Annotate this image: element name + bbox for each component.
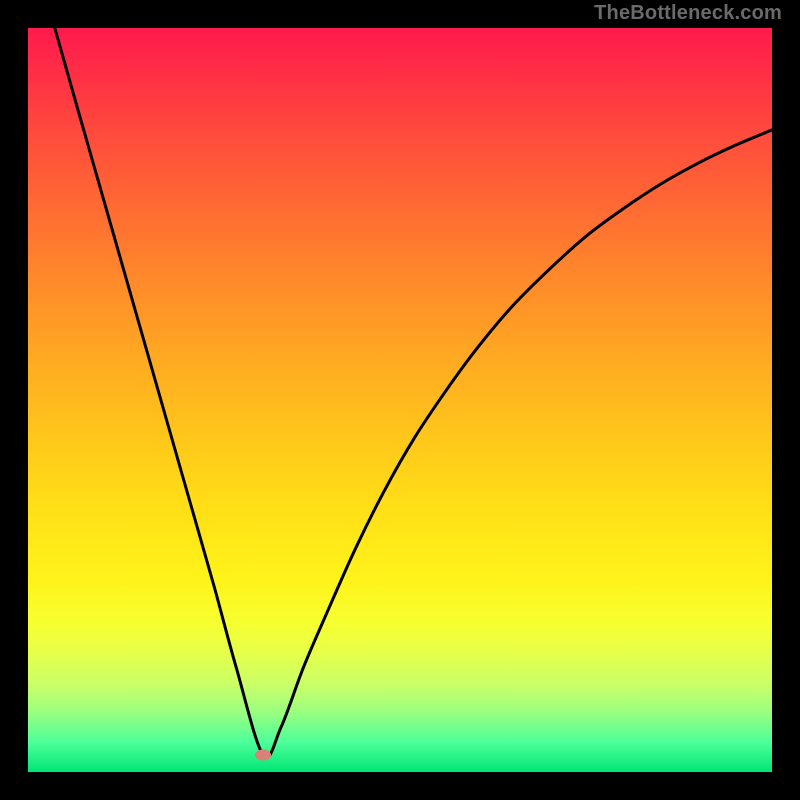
optimal-point-marker: [255, 749, 271, 760]
plot-area: [28, 28, 772, 772]
watermark-text: TheBottleneck.com: [594, 2, 782, 25]
bottleneck-curve: [28, 28, 772, 772]
chart-frame: TheBottleneck.com: [0, 0, 800, 800]
